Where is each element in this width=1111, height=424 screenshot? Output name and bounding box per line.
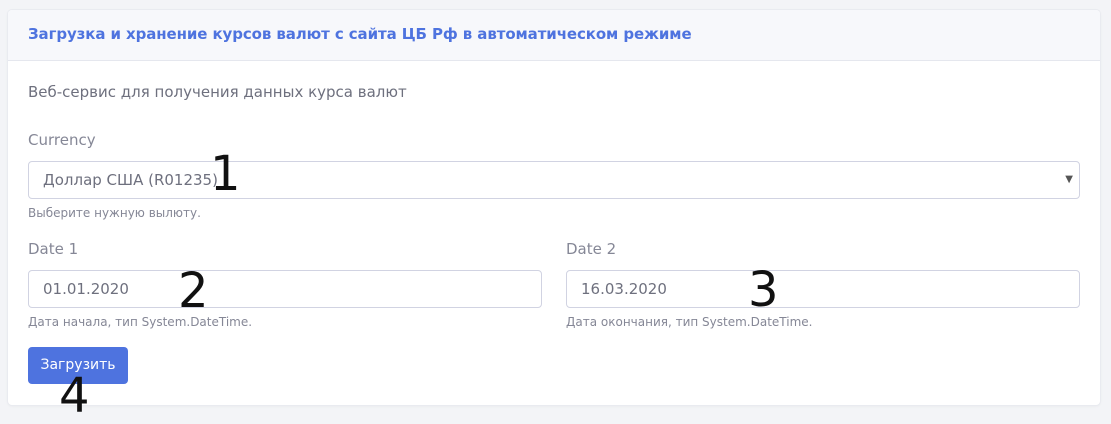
card-title: Загрузка и хранение курсов валют с сайта… <box>28 25 692 43</box>
lead-text: Веб-сервис для получения данных курса ва… <box>28 83 407 101</box>
date2-input[interactable]: 16.03.2020 <box>566 270 1080 308</box>
date1-label: Date 1 <box>28 240 79 258</box>
chevron-down-icon: ▼ <box>1065 174 1073 185</box>
card-header: Загрузка и хранение курсов валют с сайта… <box>8 10 1100 61</box>
card: Загрузка и хранение курсов валют с сайта… <box>8 10 1100 405</box>
date2-label: Date 2 <box>566 240 617 258</box>
date1-input[interactable]: 01.01.2020 <box>28 270 542 308</box>
annotation-marker-3: 3 <box>748 262 779 318</box>
annotation-marker-2: 2 <box>178 263 209 319</box>
currency-select-value: Доллар США (R01235) <box>43 171 218 189</box>
annotation-marker-4: 4 <box>59 368 90 424</box>
date1-help: Дата начала, тип System.DateTime. <box>28 315 253 329</box>
annotation-marker-1: 1 <box>210 146 241 202</box>
currency-select[interactable]: Доллар США (R01235) ▼ <box>28 161 1080 199</box>
currency-label: Currency <box>28 131 96 149</box>
currency-help: Выберите нужную вылюту. <box>28 206 201 220</box>
